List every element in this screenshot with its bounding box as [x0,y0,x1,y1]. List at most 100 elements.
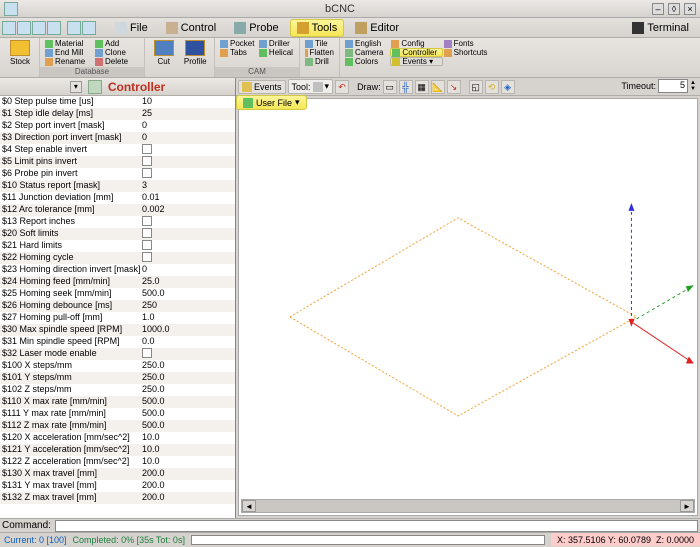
param-value[interactable] [140,348,235,360]
shortcuts-button[interactable]: Shortcuts [443,48,491,57]
config-button[interactable]: Config [390,39,442,48]
view-rotate-button[interactable]: ⟲ [485,80,499,94]
draw-arrow-button[interactable]: ↘ [447,80,461,94]
table-row[interactable]: $131 Y max travel [mm]200.0 [0,480,235,492]
timeout-input[interactable]: 5 [658,79,688,93]
table-row[interactable]: $3 Direction port invert [mask]0 [0,132,235,144]
param-value[interactable]: 0 [140,264,235,276]
table-row[interactable]: $112 Z max rate [mm/min]500.0 [0,420,235,432]
param-value[interactable]: 25 [140,108,235,120]
param-value[interactable] [140,156,235,168]
qa-icon-4[interactable] [47,21,61,35]
events-button[interactable]: Events [238,80,286,94]
table-row[interactable]: $31 Min spindle speed [RPM]0.0 [0,336,235,348]
table-row[interactable]: $130 X max travel [mm]200.0 [0,468,235,480]
userfile-button[interactable]: User File▾ [236,95,307,110]
table-row[interactable]: $32 Laser mode enable [0,348,235,360]
tool-dropdown[interactable]: Tool:▾ [288,79,334,94]
table-row[interactable]: $0 Step pulse time [us]10 [0,96,235,108]
table-row[interactable]: $20 Soft limits [0,228,235,240]
table-row[interactable]: $11 Junction deviation [mm]0.01 [0,192,235,204]
maximize-button[interactable]: ◊ [668,3,680,15]
tile-button[interactable]: Tile [304,39,335,48]
delete-button[interactable]: Delete [94,57,139,66]
table-row[interactable]: $24 Homing feed [mm/min]25.0 [0,276,235,288]
table-row[interactable]: $1 Step idle delay [ms]25 [0,108,235,120]
material-button[interactable]: Material [44,39,94,48]
clone-button[interactable]: Clone [94,48,139,57]
table-row[interactable]: $102 Z steps/mm250.0 [0,384,235,396]
param-value[interactable]: 10 [140,96,235,108]
param-value[interactable]: 0.002 [140,204,235,216]
cut-button[interactable]: Cut [149,39,179,67]
controller-header[interactable]: ▾ Controller [0,78,235,96]
table-row[interactable]: $30 Max spindle speed [RPM]1000.0 [0,324,235,336]
table-row[interactable]: $26 Homing debounce [ms]250 [0,300,235,312]
fonts-button[interactable]: Fonts [443,39,491,48]
tab-file[interactable]: File [108,19,155,37]
table-row[interactable]: $12 Arc tolerance [mm]0.002 [0,204,235,216]
undo-button[interactable]: ↶ [335,80,349,94]
checkbox[interactable] [142,252,152,262]
param-value[interactable]: 1.0 [140,312,235,324]
checkbox[interactable] [142,168,152,178]
qa-icon-6[interactable] [82,21,96,35]
param-value[interactable]: 250.0 [140,384,235,396]
tab-terminal[interactable]: Terminal [625,19,696,37]
table-row[interactable]: $13 Report inches [0,216,235,228]
param-value[interactable]: 250.0 [140,360,235,372]
param-value[interactable]: 250 [140,300,235,312]
checkbox[interactable] [142,228,152,238]
view-fit-button[interactable]: ◱ [469,80,483,94]
english-button[interactable]: English [344,39,390,48]
table-row[interactable]: $121 Y acceleration [mm/sec^2]10.0 [0,444,235,456]
camera-button[interactable]: Camera [344,48,390,57]
param-value[interactable]: 200.0 [140,492,235,504]
param-value[interactable]: 10.0 [140,456,235,468]
colors-button[interactable]: Colors [344,57,390,66]
tab-tools[interactable]: Tools [290,19,345,37]
qa-icon-1[interactable] [2,21,16,35]
param-value[interactable]: 10.0 [140,432,235,444]
tabs-button[interactable]: Tabs [219,48,258,57]
param-value[interactable] [140,252,235,264]
param-value[interactable]: 500.0 [140,420,235,432]
param-value[interactable]: 500.0 [140,288,235,300]
param-value[interactable]: 0 [140,120,235,132]
param-value[interactable] [140,228,235,240]
view-isometric-button[interactable]: ◈ [501,80,515,94]
table-row[interactable]: $120 X acceleration [mm/sec^2]10.0 [0,432,235,444]
param-value[interactable]: 500.0 [140,408,235,420]
param-value[interactable]: 0 [140,132,235,144]
table-row[interactable]: $6 Probe pin invert [0,168,235,180]
command-input[interactable] [55,520,698,532]
canvas-viewport[interactable]: ◄ ► [238,98,698,516]
table-row[interactable]: $22 Homing cycle [0,252,235,264]
checkbox[interactable] [142,348,152,358]
table-row[interactable]: $132 Z max travel [mm]200.0 [0,492,235,504]
param-value[interactable]: 500.0 [140,396,235,408]
collapse-icon[interactable]: ▾ [70,81,82,93]
tab-control[interactable]: Control [159,19,223,37]
table-row[interactable]: $23 Homing direction invert [mask]0 [0,264,235,276]
minimize-button[interactable]: – [652,3,664,15]
checkbox[interactable] [142,240,152,250]
table-row[interactable]: $21 Hard limits [0,240,235,252]
checkbox[interactable] [142,144,152,154]
param-value[interactable]: 0.0 [140,336,235,348]
qa-icon-3[interactable] [32,21,46,35]
draw-axes-button[interactable]: ╬ [399,80,413,94]
param-value[interactable] [140,216,235,228]
table-row[interactable]: $25 Homing seek [mm/min]500.0 [0,288,235,300]
tab-probe[interactable]: Probe [227,19,285,37]
scroll-right-button[interactable]: ► [680,500,694,512]
param-value[interactable]: 3 [140,180,235,192]
pocket-button[interactable]: Pocket [219,39,258,48]
driller-button[interactable]: Driller [258,39,295,48]
table-row[interactable]: $27 Homing pull-off [mm]1.0 [0,312,235,324]
add-button[interactable]: Add [94,39,139,48]
param-value[interactable]: 10.0 [140,444,235,456]
param-value[interactable]: 200.0 [140,468,235,480]
controller-button[interactable]: Controller [390,48,442,57]
drill-button[interactable]: Drill [304,57,335,66]
